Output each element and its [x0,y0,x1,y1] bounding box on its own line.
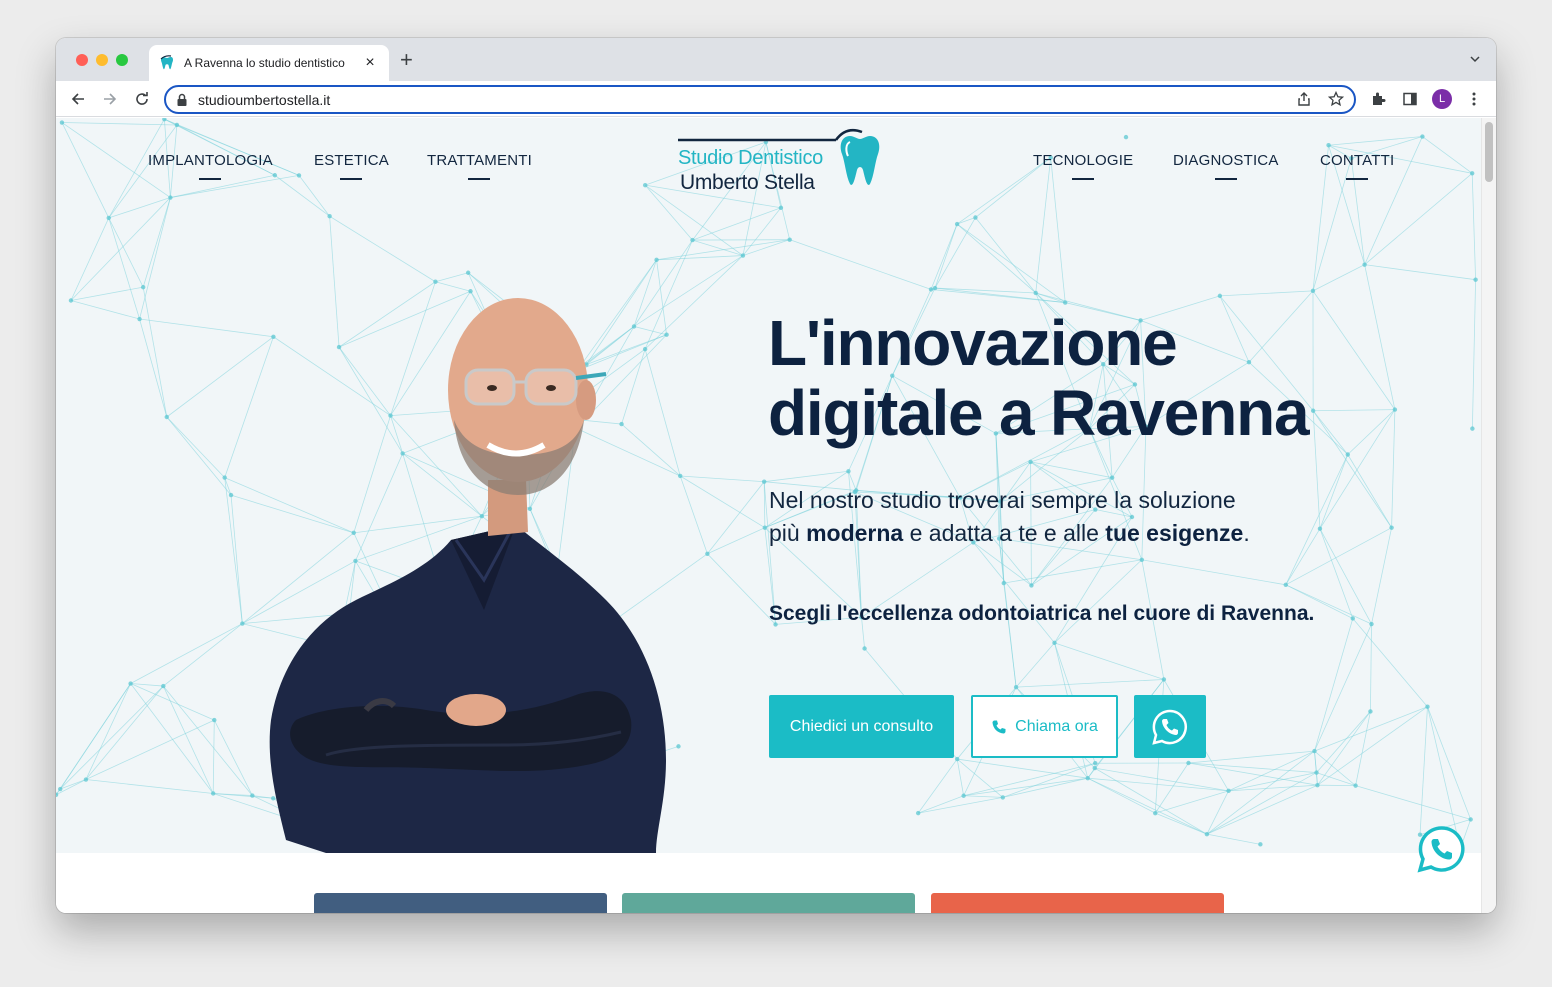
menu-dots-icon [1472,92,1476,106]
subtext-part-2: più [769,520,807,546]
nav-estetica[interactable]: ESTETICA [314,152,389,180]
hero-tagline: Scegli l'eccellenza odontoiatrica nel cu… [769,602,1315,625]
browser-menu-button[interactable] [1463,88,1485,110]
nav-diagnostica[interactable]: DIAGNOSTICA [1173,152,1279,180]
whatsapp-icon [1152,709,1187,745]
nav-tecnologie[interactable]: TECNOLOGIE [1033,152,1133,180]
chevron-down-icon[interactable] [1470,54,1480,64]
share-icon[interactable] [1296,91,1312,107]
url-text: studioumbertostella.it [198,91,331,108]
page-viewport: IMPLANTOLOGIA ESTETICA TRATTAMENTI TECNO… [56,118,1496,913]
minimize-window-button[interactable] [96,54,108,66]
reload-icon [136,92,148,105]
close-window-button[interactable] [76,54,88,66]
maximize-window-button[interactable] [116,54,128,66]
hero-subtext: Nel nostro studio troverai sempre la sol… [769,484,1329,550]
lock-icon[interactable] [176,93,188,107]
subtext-line-2: più moderna e adatta a te e alle tue esi… [769,517,1329,550]
sidepanel-button[interactable] [1399,88,1421,110]
star-icon[interactable] [1328,91,1344,107]
subtext-part-3: e adatta a te e alle [903,520,1106,546]
profile-button[interactable]: L [1431,88,1453,110]
logo-line-1: Studio Dentistico [678,147,823,169]
logo-line-2: Umberto Stella [680,171,815,194]
nav-contatti[interactable]: CONTATTI [1320,152,1394,180]
address-bar[interactable]: studioumbertostella.it [164,85,1356,114]
call-button-label: Chiama ora [1015,717,1098,735]
hero-headline: L'innovazione digitale a Ravenna [768,308,1408,448]
whatsapp-button[interactable] [1134,695,1206,758]
tooth-icon [160,55,173,70]
site-logo[interactable]: Studio Dentistico Umberto Stella [676,128,886,198]
nav-implantologia[interactable]: IMPLANTOLOGIA [148,152,273,180]
forward-button[interactable] [99,88,121,110]
page-scrollbar[interactable] [1481,118,1496,913]
subtext-bold-1: moderna [806,520,904,546]
service-card-2[interactable] [622,893,915,913]
tab-strip: A Ravenna lo studio dentistico × + [56,38,1496,81]
browser-tab[interactable]: A Ravenna lo studio dentistico × [149,45,389,81]
tab-title: A Ravenna lo studio dentistico [184,56,345,70]
service-card-3[interactable] [931,893,1224,913]
headline-line-1: L'innovazione [768,307,1178,379]
consult-button-label: Chiedici un consulto [789,717,934,735]
consult-button[interactable]: Chiedici un consulto [769,695,954,758]
subtext-bold-2: tue esigenze [1105,520,1244,546]
reload-button[interactable] [131,88,153,110]
browser-toolbar: studioumbertostella.it L [56,81,1496,117]
new-tab-button[interactable]: + [400,49,413,71]
service-card-1[interactable] [314,893,607,913]
subtext-line-1: Nel nostro studio troverai sempre la sol… [769,487,1236,513]
browser-window: A Ravenna lo studio dentistico × + studi… [56,38,1496,913]
dentist-portrait [269,298,666,853]
back-button[interactable] [67,88,89,110]
phone-icon [992,720,1006,733]
call-button[interactable]: Chiama ora [971,695,1118,758]
hero-section: IMPLANTOLOGIA ESTETICA TRATTAMENTI TECNO… [56,118,1481,853]
sidepanel-icon [1403,92,1417,106]
forward-arrow-icon [104,93,117,105]
tab-close-icon[interactable]: × [361,54,379,72]
subtext-part-4: . [1243,520,1250,546]
extensions-button[interactable] [1367,88,1389,110]
headline-line-2: digitale a Ravenna [768,377,1310,449]
nav-trattamenti[interactable]: TRATTAMENTI [427,152,532,180]
scroll-thumb[interactable] [1485,122,1493,182]
extensions-icon [1373,92,1386,105]
floating-whatsapp-icon[interactable] [1416,824,1466,874]
avatar: L [1432,89,1452,109]
back-arrow-icon [71,93,84,105]
